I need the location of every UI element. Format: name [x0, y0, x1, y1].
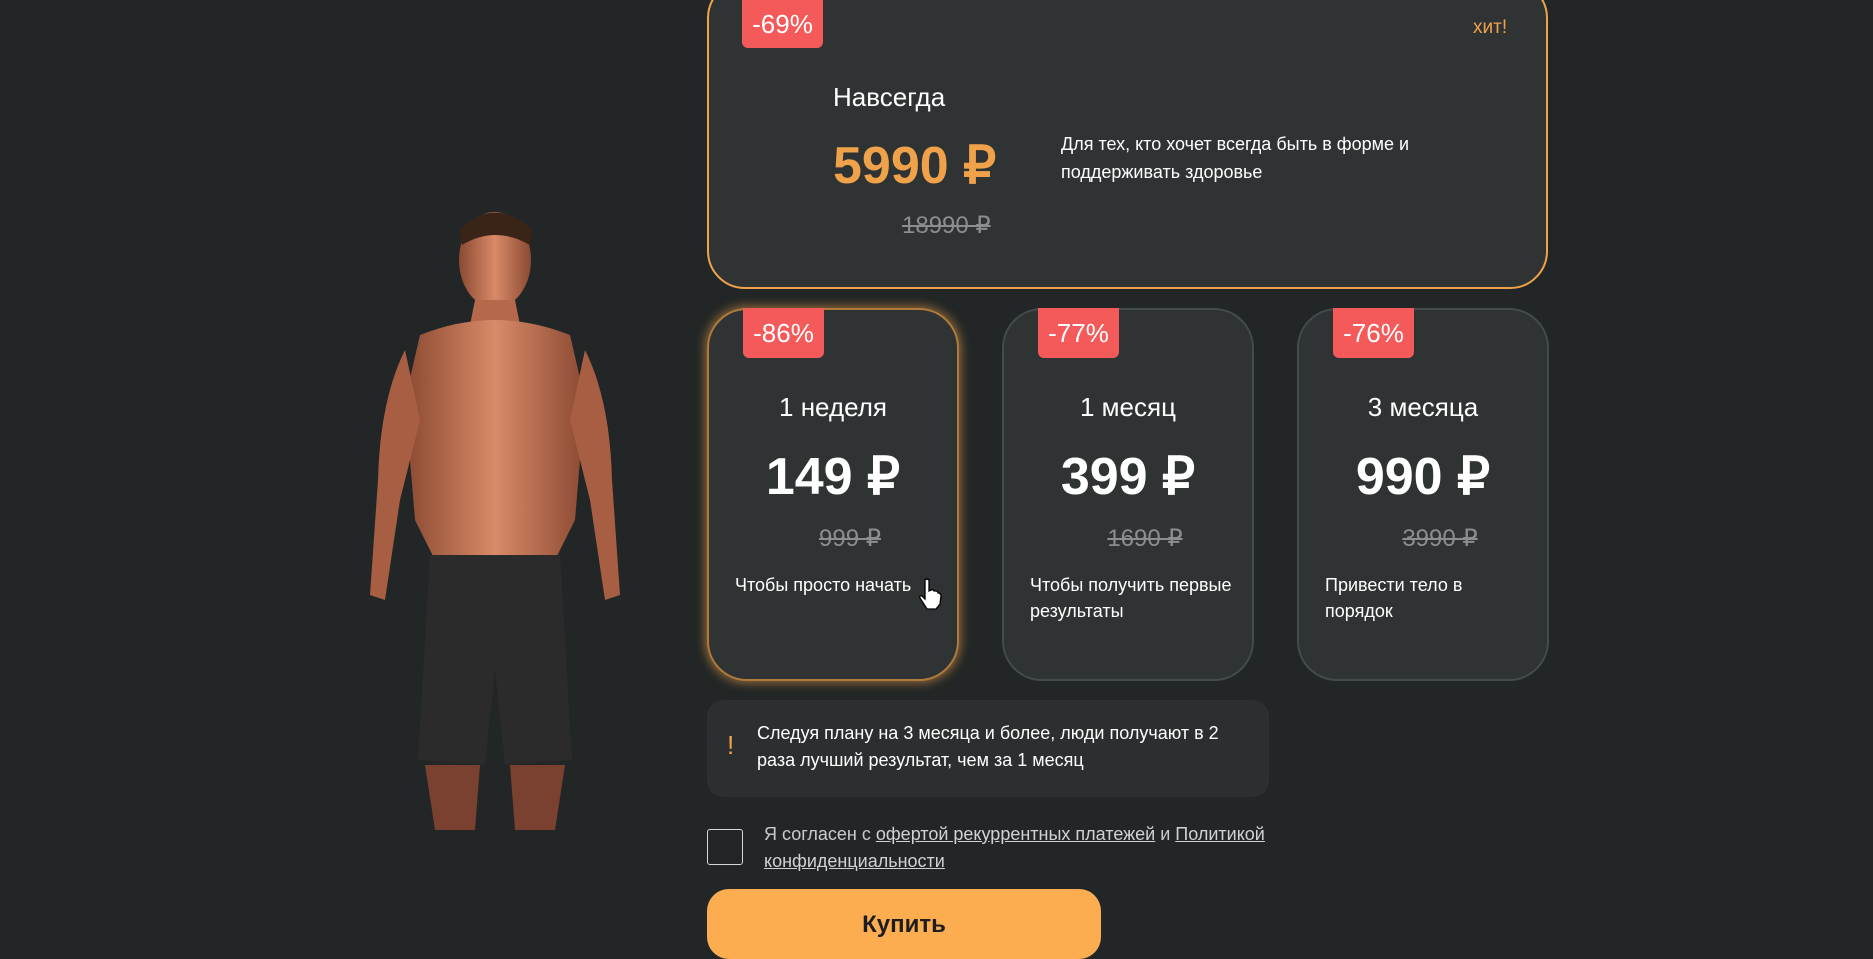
consent-middle: и: [1155, 824, 1176, 844]
plan-old-price: 1690 ₽: [1107, 525, 1183, 552]
info-text: Следуя плану на 3 месяца и более, люди п…: [757, 723, 1219, 770]
plan-description: Привести тело в порядок: [1325, 575, 1463, 621]
plan-card-1-week[interactable]: -86% 1 неделя 149 ₽ 999 ₽ Чтобы просто н…: [707, 308, 959, 681]
athlete-image: [370, 212, 620, 830]
discount-badge: -76%: [1333, 308, 1414, 358]
info-box: ! Следуя плану на 3 месяца и более, люди…: [707, 700, 1269, 797]
plan-description: Чтобы получить первые результаты: [1030, 575, 1232, 621]
plan-title: Навсегда: [833, 82, 946, 112]
consent-prefix: Я согласен с: [764, 824, 876, 844]
plan-price: 399 ₽: [1060, 448, 1196, 506]
plan-card-3-months[interactable]: -76% 3 месяца 990 ₽ 3990 ₽ Привести тело…: [1297, 308, 1549, 681]
plan-description: Чтобы просто начать: [735, 575, 912, 595]
hand-cursor-icon: [919, 578, 942, 610]
consent-text: Я согласен с офертой рекуррентных платеж…: [764, 821, 1284, 875]
plan-price: 5990 ₽: [833, 137, 997, 195]
plan-price: 990 ₽: [1355, 448, 1491, 506]
hit-label: хит!: [1473, 17, 1508, 38]
plan-description: Для тех, кто хочет всегда быть в форме и…: [1061, 134, 1410, 182]
consent-checkbox[interactable]: [707, 829, 743, 865]
exclamation-icon: !: [727, 730, 735, 760]
buy-button-label: Купить: [862, 911, 946, 938]
discount-badge: -69%: [742, 0, 823, 48]
plan-title: 3 месяца: [1367, 392, 1479, 422]
plan-card-1-month[interactable]: -77% 1 месяц 399 ₽ 1690 ₽ Чтобы получить…: [1002, 308, 1254, 681]
plan-old-price: 999 ₽: [819, 525, 881, 552]
plan-title: 1 неделя: [779, 392, 887, 422]
plan-old-price: 18990 ₽: [902, 212, 991, 239]
offer-link[interactable]: офертой рекуррентных платежей: [876, 824, 1155, 844]
plan-title: 1 месяц: [1080, 392, 1176, 422]
discount-badge: -86%: [743, 308, 824, 358]
discount-badge: -77%: [1038, 308, 1119, 358]
plan-price: 149 ₽: [765, 448, 901, 506]
buy-button[interactable]: Купить: [707, 889, 1101, 959]
plan-old-price: 3990 ₽: [1402, 525, 1478, 552]
